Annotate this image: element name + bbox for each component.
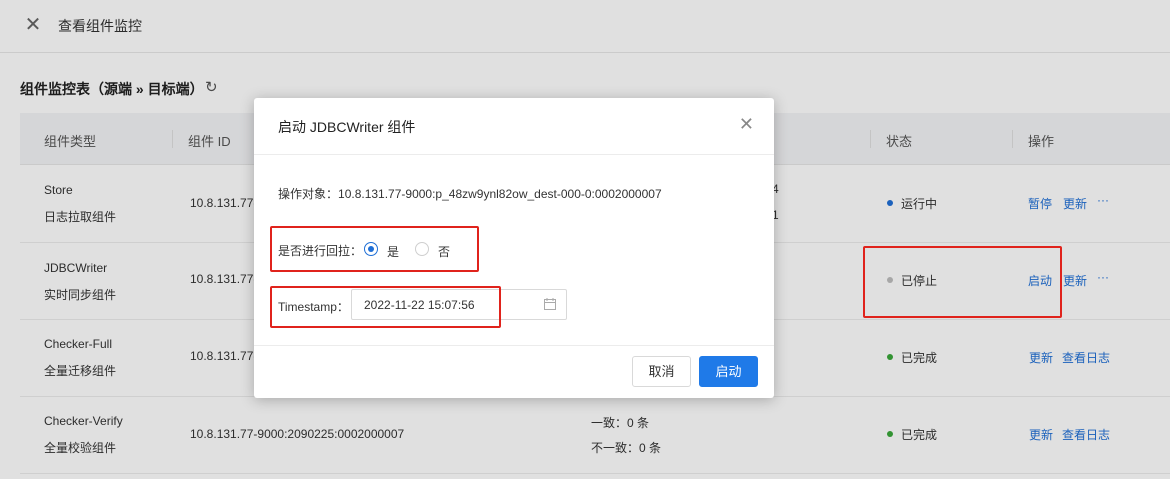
target-value: 10.8.131.77-9000:p_48zw9ynl82ow_dest-000… bbox=[338, 187, 662, 201]
timestamp-value: 2022-11-22 15:07:56 bbox=[364, 298, 475, 312]
dialog-footer-divider bbox=[254, 345, 774, 346]
rollback-yes-radio[interactable] bbox=[364, 242, 378, 256]
page: ✕ 查看组件监控 组件监控表（源端 » 目标端） ↻ 组件类型 组件 ID 状态… bbox=[0, 0, 1170, 479]
target-label: 操作对象： bbox=[278, 187, 339, 201]
timestamp-label: Timestamp： bbox=[278, 300, 349, 314]
rollback-yes-label[interactable]: 是 bbox=[387, 243, 399, 260]
rollback-no-radio[interactable] bbox=[415, 242, 429, 256]
rollback-no-label[interactable]: 否 bbox=[438, 243, 450, 260]
rollback-label: 是否进行回拉： bbox=[278, 244, 363, 258]
calendar-icon[interactable] bbox=[544, 298, 556, 310]
timestamp-input[interactable]: 2022-11-22 15:07:56 bbox=[351, 289, 567, 320]
target-row: 操作对象：10.8.131.77-9000:p_48zw9ynl82ow_des… bbox=[278, 185, 662, 202]
dialog-divider bbox=[254, 154, 774, 155]
start-component-dialog: 启动 JDBCWriter 组件 ✕ 操作对象：10.8.131.77-9000… bbox=[254, 98, 774, 398]
start-button[interactable]: 启动 bbox=[699, 356, 758, 387]
close-icon[interactable]: ✕ bbox=[739, 114, 754, 134]
dialog-title: 启动 JDBCWriter 组件 bbox=[278, 119, 416, 135]
cancel-button[interactable]: 取消 bbox=[632, 356, 691, 387]
